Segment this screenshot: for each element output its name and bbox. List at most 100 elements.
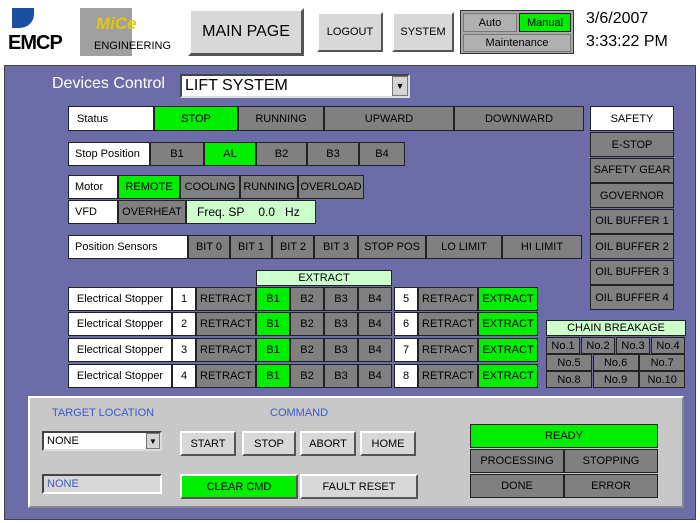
safety-item: SAFETY GEAR bbox=[590, 157, 674, 183]
stopper-number-right: 6 bbox=[394, 312, 418, 336]
stopper-position-cell: B1 bbox=[256, 312, 290, 336]
header: EMCP MiCe ENGINEERING MAIN PAGE LOGOUT S… bbox=[0, 0, 700, 64]
stopper-position-cell: B2 bbox=[290, 338, 324, 362]
start-button[interactable]: START bbox=[180, 431, 236, 456]
sensor-lo-limit: LO LIMIT bbox=[426, 235, 502, 259]
stopper-retract-right: RETRACT bbox=[418, 338, 478, 362]
fault-reset-button[interactable]: FAULT RESET bbox=[300, 474, 418, 499]
stopper-label: Electrical Stopper bbox=[68, 338, 172, 362]
system-button[interactable]: SYSTEM bbox=[392, 12, 454, 52]
stopper-position-cell: B4 bbox=[358, 312, 392, 336]
sensor-stop-pos: STOP POS bbox=[358, 235, 426, 259]
maintenance-mode-button[interactable]: Maintenance bbox=[463, 34, 571, 52]
emcp-logo: EMCP bbox=[8, 8, 72, 58]
chain-breakage-title: CHAIN BREAKAGE bbox=[546, 320, 686, 336]
chain-breakage-item: No.2 bbox=[581, 337, 615, 354]
safety-item: OIL BUFFER 2 bbox=[590, 234, 674, 259]
status-upward: UPWARD bbox=[324, 106, 454, 131]
stopper-position-cell: B3 bbox=[324, 364, 358, 388]
target-location-select[interactable]: NONE ▼ bbox=[42, 431, 162, 451]
stopper-retract-left: RETRACT bbox=[196, 338, 256, 362]
error-indicator: ERROR bbox=[564, 474, 658, 498]
vfd-label: VFD bbox=[68, 200, 118, 224]
engineering-text: ENGINEERING bbox=[94, 40, 172, 52]
chain-breakage-item: No.4 bbox=[651, 337, 685, 354]
logout-button[interactable]: LOGOUT bbox=[317, 12, 383, 52]
stopper-retract-right: RETRACT bbox=[418, 312, 478, 336]
chain-breakage-item: No.7 bbox=[639, 354, 686, 371]
stopper-extract-right: EXTRACT bbox=[478, 287, 538, 311]
sensor-hi-limit: HI LIMIT bbox=[502, 235, 582, 259]
processing-indicator: PROCESSING bbox=[470, 449, 564, 473]
stopper-position-cell: B4 bbox=[358, 364, 392, 388]
sensor-bit0: BIT 0 bbox=[188, 235, 230, 259]
status-downward: DOWNWARD bbox=[454, 106, 584, 131]
stopper-number-right: 8 bbox=[394, 364, 418, 388]
stopper-position-cell: B3 bbox=[324, 338, 358, 362]
abort-button[interactable]: ABORT bbox=[300, 431, 356, 456]
stopper-position-cell: B1 bbox=[256, 287, 290, 311]
stopper-label: Electrical Stopper bbox=[68, 312, 172, 336]
sensor-bit1: BIT 1 bbox=[230, 235, 272, 259]
devices-select[interactable]: LIFT SYSTEM ▼ bbox=[180, 74, 410, 98]
stopper-position-cell: B2 bbox=[290, 312, 324, 336]
chain-breakage-item: No.5 bbox=[546, 354, 592, 371]
stopper-position-cell: B2 bbox=[290, 287, 324, 311]
chain-breakage-item: No.6 bbox=[592, 354, 639, 371]
stopper-position-cell: B4 bbox=[358, 287, 392, 311]
auto-mode-button[interactable]: Auto bbox=[463, 13, 517, 32]
safety-item: OIL BUFFER 1 bbox=[590, 208, 674, 234]
sensor-bit3: BIT 3 bbox=[314, 235, 358, 259]
stopper-extract-right: EXTRACT bbox=[478, 364, 538, 388]
motor-running: RUNNING bbox=[240, 175, 298, 199]
chain-breakage-item: No.8 bbox=[546, 371, 592, 388]
stopper-position-cell: B1 bbox=[256, 338, 290, 362]
command-label: COMMAND bbox=[270, 407, 329, 419]
chain-breakage-item: No.10 bbox=[639, 371, 686, 388]
stopper-retract-left: RETRACT bbox=[196, 364, 256, 388]
clear-cmd-button[interactable]: CLEAR CMD bbox=[180, 474, 298, 499]
stopper-number-left: 4 bbox=[172, 364, 196, 388]
emcp-logo-mark bbox=[12, 8, 34, 28]
motor-cooling: COOLING bbox=[180, 175, 240, 199]
devices-control-label: Devices Control bbox=[52, 75, 165, 92]
stopper-position-cell: B3 bbox=[324, 312, 358, 336]
motor-remote: REMOTE bbox=[118, 175, 180, 199]
motor-label: Motor bbox=[68, 175, 118, 199]
safety-item: GOVERNOR bbox=[590, 183, 674, 208]
stopper-label: Electrical Stopper bbox=[68, 287, 172, 311]
main-page-button[interactable]: MAIN PAGE bbox=[188, 8, 304, 56]
home-button[interactable]: HOME bbox=[360, 431, 416, 456]
stop-position-label: Stop Position bbox=[68, 142, 150, 166]
manual-mode-button[interactable]: Manual bbox=[519, 13, 571, 32]
position-sensors-label: Position Sensors bbox=[68, 235, 188, 259]
chain-breakage-item: No.1 bbox=[546, 337, 580, 354]
chevron-down-icon[interactable]: ▼ bbox=[146, 433, 160, 449]
status-running: RUNNING bbox=[238, 106, 324, 131]
target-location-display: NONE bbox=[42, 474, 162, 494]
stopper-number-left: 1 bbox=[172, 287, 196, 311]
status-label: Status bbox=[68, 106, 154, 131]
mice-logo-text: MiCe bbox=[96, 14, 137, 33]
stop-position-b4: B4 bbox=[359, 142, 405, 166]
emcp-logo-text: EMCP bbox=[8, 32, 63, 54]
stopper-retract-right: RETRACT bbox=[418, 364, 478, 388]
stopper-label: Electrical Stopper bbox=[68, 364, 172, 388]
extract-header: EXTRACT bbox=[256, 270, 392, 286]
vfd-freq-display: Freq. SP 0.0 Hz bbox=[186, 200, 316, 224]
stopper-retract-left: RETRACT bbox=[196, 287, 256, 311]
stopper-position-cell: B3 bbox=[324, 287, 358, 311]
vfd-freq-value: 0.0 bbox=[258, 205, 276, 219]
devices-select-value: LIFT SYSTEM bbox=[185, 77, 288, 94]
ready-indicator: READY bbox=[470, 424, 658, 448]
date-display: 3/6/2007 bbox=[586, 10, 649, 27]
stopper-number-left: 2 bbox=[172, 312, 196, 336]
mode-box: Auto Manual Maintenance bbox=[460, 10, 574, 54]
vfd-overheat: OVERHEAT bbox=[118, 200, 186, 224]
motor-overload: OVERLOAD bbox=[298, 175, 364, 199]
vfd-freq-label: Freq. SP bbox=[197, 205, 245, 219]
stop-button[interactable]: STOP bbox=[242, 431, 296, 456]
stopping-indicator: STOPPING bbox=[564, 449, 658, 473]
chevron-down-icon[interactable]: ▼ bbox=[392, 76, 408, 96]
stopper-extract-right: EXTRACT bbox=[478, 338, 538, 362]
